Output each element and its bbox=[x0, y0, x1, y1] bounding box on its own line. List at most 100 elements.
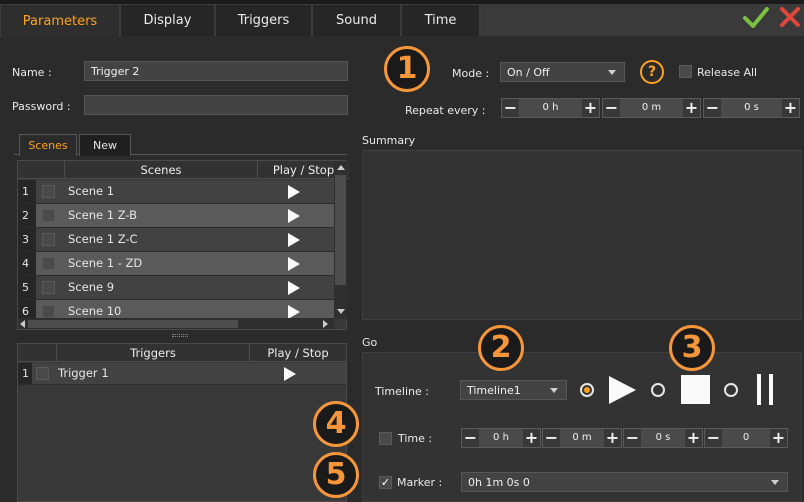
play-stop-column-header: Play / Stop bbox=[249, 344, 346, 362]
table-header-blank bbox=[18, 344, 56, 362]
time-seconds-value: 0 s bbox=[641, 429, 685, 447]
play-icon[interactable] bbox=[288, 257, 300, 271]
timeline-dropdown[interactable]: Timeline1 bbox=[460, 380, 567, 400]
tab-label: Sound bbox=[336, 13, 377, 28]
mode-dropdown[interactable]: On / Off bbox=[500, 62, 625, 82]
minus-icon[interactable]: − bbox=[705, 429, 722, 447]
row-checkbox[interactable] bbox=[42, 185, 55, 198]
play-icon[interactable] bbox=[288, 185, 300, 199]
row-checkbox[interactable] bbox=[42, 305, 55, 318]
name-input[interactable]: Trigger 2 bbox=[84, 61, 348, 81]
repeat-label: Repeat every : bbox=[405, 104, 486, 117]
minus-icon[interactable]: − bbox=[704, 99, 721, 117]
repeat-hours-stepper[interactable]: − 0 h + bbox=[501, 98, 600, 118]
close-icon[interactable] bbox=[779, 6, 801, 28]
scenes-table: Scenes Play / Stop 1 Scene 1 2 Scene 1 Z… bbox=[17, 160, 349, 330]
scroll-down-icon[interactable] bbox=[337, 309, 345, 314]
pause-bar-right[interactable] bbox=[769, 374, 773, 405]
table-row[interactable]: 1 Scene 1 bbox=[18, 180, 334, 204]
scrollbar-thumb[interactable] bbox=[28, 320, 238, 328]
triggers-table: Triggers Play / Stop 1 Trigger 1 bbox=[17, 343, 347, 502]
row-checkbox[interactable] bbox=[42, 233, 55, 246]
repeat-minutes-stepper[interactable]: − 0 m + bbox=[602, 98, 701, 118]
scrollbar-thumb[interactable] bbox=[335, 175, 346, 285]
repeat-seconds-value: 0 s bbox=[721, 99, 782, 117]
play-icon[interactable] bbox=[609, 376, 636, 404]
stop-icon[interactable] bbox=[681, 375, 710, 404]
tab-label: Triggers bbox=[237, 13, 290, 28]
scroll-up-icon[interactable] bbox=[337, 165, 345, 170]
table-row[interactable]: 2 Scene 1 Z-B bbox=[18, 204, 334, 228]
minus-icon[interactable]: − bbox=[543, 429, 560, 447]
plus-icon[interactable]: + bbox=[604, 429, 621, 447]
plus-icon[interactable]: + bbox=[582, 99, 599, 117]
play-icon[interactable] bbox=[288, 233, 300, 247]
pause-bar-left[interactable] bbox=[757, 374, 761, 405]
row-number: 1 bbox=[18, 180, 36, 203]
time-frames-stepper[interactable]: − 0 + bbox=[704, 428, 788, 448]
callout-badge-1: 1 bbox=[384, 46, 430, 92]
splitter-handle[interactable] bbox=[172, 334, 188, 337]
help-icon[interactable]: ? bbox=[640, 60, 664, 84]
tab-scenes[interactable]: Scenes bbox=[19, 134, 77, 156]
play-icon[interactable] bbox=[288, 281, 300, 295]
vertical-scrollbar[interactable] bbox=[334, 161, 347, 319]
scroll-right-icon[interactable] bbox=[323, 320, 328, 328]
repeat-seconds-stepper[interactable]: − 0 s + bbox=[703, 98, 800, 118]
minus-icon[interactable]: − bbox=[603, 99, 620, 117]
plus-icon[interactable]: + bbox=[685, 429, 702, 447]
marker-dropdown[interactable]: 0h 1m 0s 0 bbox=[461, 472, 788, 492]
release-all-checkbox[interactable] bbox=[679, 65, 692, 78]
play-icon[interactable] bbox=[288, 209, 300, 223]
row-checkbox[interactable] bbox=[42, 209, 55, 222]
minus-icon[interactable]: − bbox=[624, 429, 641, 447]
plus-icon[interactable]: + bbox=[782, 99, 799, 117]
plus-icon[interactable]: + bbox=[683, 99, 700, 117]
release-all-label: Release All bbox=[697, 66, 758, 79]
password-input[interactable] bbox=[84, 95, 348, 115]
time-hours-stepper[interactable]: − 0 h + bbox=[461, 428, 541, 448]
scene-name: Scene 1 - ZD bbox=[68, 256, 143, 270]
row-number: 3 bbox=[18, 228, 36, 251]
scroll-left-icon[interactable] bbox=[20, 320, 25, 328]
radio-dot bbox=[584, 387, 590, 393]
tab-new[interactable]: New bbox=[79, 134, 131, 156]
repeat-hours-value: 0 h bbox=[519, 99, 582, 117]
name-label: Name : bbox=[12, 66, 52, 79]
row-number: 1 bbox=[18, 363, 32, 384]
time-minutes-value: 0 m bbox=[560, 429, 604, 447]
time-seconds-stepper[interactable]: − 0 s + bbox=[623, 428, 703, 448]
table-header-blank bbox=[18, 161, 64, 179]
horizontal-scrollbar[interactable] bbox=[18, 319, 334, 329]
marker-checkbox[interactable]: ✓ bbox=[379, 476, 392, 489]
play-radio[interactable] bbox=[580, 383, 594, 397]
scene-name: Scene 1 bbox=[68, 184, 115, 198]
minus-icon[interactable]: − bbox=[462, 429, 479, 447]
table-row[interactable]: 4 Scene 1 - ZD bbox=[18, 252, 334, 276]
table-row[interactable]: 1 Trigger 1 bbox=[18, 363, 346, 385]
plus-icon[interactable]: + bbox=[770, 429, 787, 447]
play-icon[interactable] bbox=[288, 305, 300, 318]
tab-parameters[interactable]: Parameters bbox=[0, 4, 120, 37]
tab-display[interactable]: Display bbox=[120, 4, 215, 36]
row-checkbox[interactable] bbox=[36, 367, 49, 380]
tab-sound[interactable]: Sound bbox=[312, 4, 401, 36]
minus-icon[interactable]: − bbox=[502, 99, 519, 117]
row-number: 6 bbox=[18, 300, 36, 318]
time-checkbox[interactable] bbox=[379, 432, 392, 445]
row-checkbox[interactable] bbox=[42, 257, 55, 270]
mode-label: Mode : bbox=[452, 67, 490, 80]
plus-icon[interactable]: + bbox=[523, 429, 540, 447]
table-row[interactable]: 5 Scene 9 bbox=[18, 276, 334, 300]
pause-radio[interactable] bbox=[724, 383, 738, 397]
table-row[interactable]: 6 Scene 10 bbox=[18, 300, 334, 319]
tab-triggers[interactable]: Triggers bbox=[215, 4, 312, 36]
table-row[interactable]: 3 Scene 1 Z-C bbox=[18, 228, 334, 252]
row-checkbox[interactable] bbox=[42, 281, 55, 294]
play-icon[interactable] bbox=[284, 367, 296, 381]
stop-radio[interactable] bbox=[651, 383, 665, 397]
time-minutes-stepper[interactable]: − 0 m + bbox=[542, 428, 622, 448]
checkmark-icon[interactable] bbox=[743, 6, 769, 30]
tab-label: New bbox=[93, 139, 117, 152]
tab-time[interactable]: Time bbox=[401, 4, 480, 36]
